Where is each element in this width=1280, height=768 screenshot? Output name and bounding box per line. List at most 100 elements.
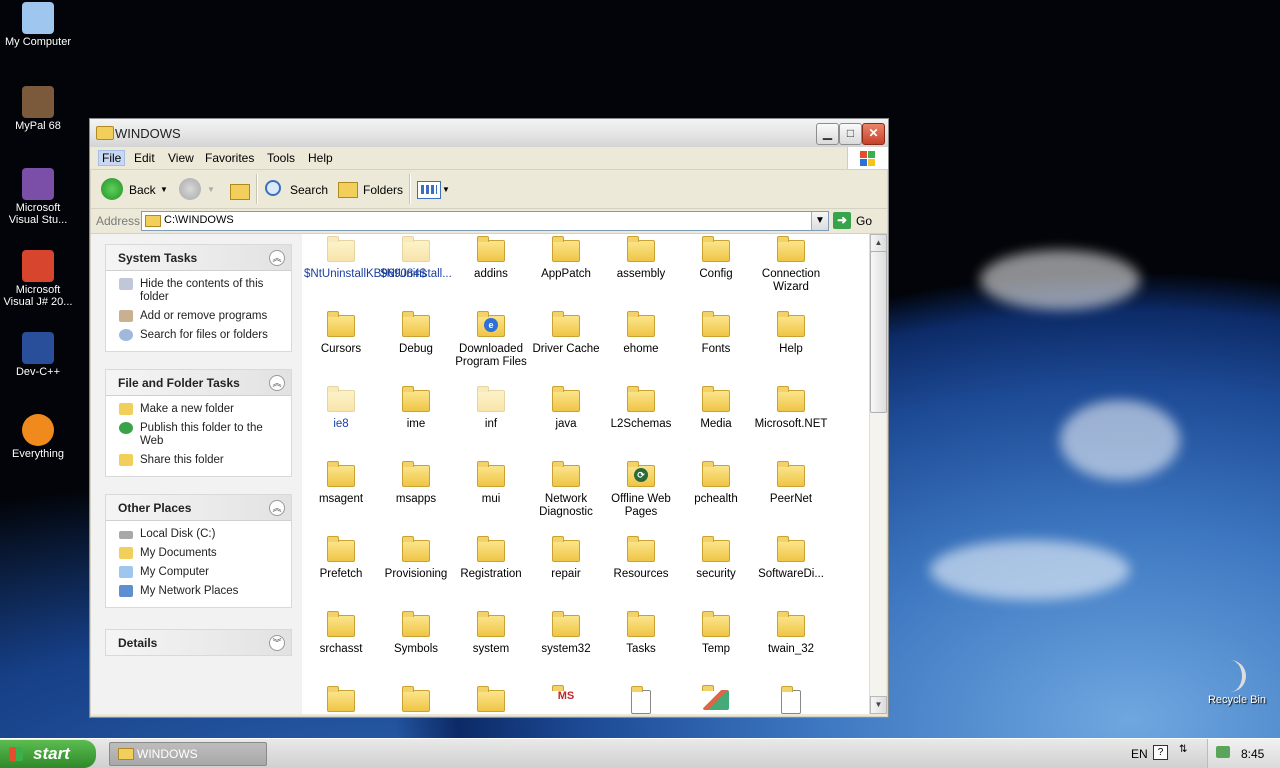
file-item[interactable]: SoftwareDi...	[754, 534, 828, 581]
network-tray-icon[interactable]	[1216, 746, 1230, 758]
file-item[interactable]: Network Diagnostic	[529, 459, 603, 519]
address-input[interactable]: C:\WINDOWS ▼	[141, 211, 829, 231]
file-item[interactable]: e Downloaded Program Files	[454, 309, 528, 369]
file-item[interactable]: security	[679, 534, 753, 581]
place-local-disk[interactable]: Local Disk (C:)	[106, 525, 291, 544]
collapse-up-icon[interactable]: ︽	[269, 250, 285, 266]
file-item[interactable]: Resources	[604, 534, 678, 581]
file-item[interactable]: Config	[679, 234, 753, 281]
file-item[interactable]: Symbols	[379, 609, 453, 656]
menu-file[interactable]: File	[97, 150, 126, 166]
task-hide-contents[interactable]: Hide the contents of this folder	[106, 275, 291, 307]
place-my-documents[interactable]: My Documents	[106, 544, 291, 563]
go-button[interactable]: Go	[856, 214, 872, 228]
file-item[interactable]: PeerNet	[754, 459, 828, 506]
desktop-icon-everything[interactable]: Everything	[0, 414, 76, 460]
expand-down-icon[interactable]: ︾	[269, 635, 285, 651]
file-item[interactable]: java	[529, 384, 603, 431]
menu-edit[interactable]: Edit	[134, 151, 155, 165]
file-item[interactable]: Debug	[379, 309, 453, 356]
file-item[interactable]: Microsoft.NET	[754, 384, 828, 431]
file-item[interactable]: assembly	[604, 234, 678, 281]
file-item[interactable]: addins	[454, 234, 528, 281]
task-add-remove-programs[interactable]: Add or remove programs	[106, 307, 291, 326]
task-search-files[interactable]: Search for files or folders	[106, 326, 291, 345]
scroll-down-button[interactable]: ▼	[870, 696, 887, 714]
desktop-icon-dev-cpp[interactable]: Dev-C++	[0, 332, 76, 378]
task-share-folder[interactable]: Share this folder	[106, 451, 291, 470]
minimize-button[interactable]: ▁	[816, 123, 839, 145]
file-item[interactable]: L2Schemas	[604, 384, 678, 431]
file-item[interactable]	[304, 684, 378, 714]
file-item[interactable]: ie8	[304, 384, 378, 431]
place-my-computer[interactable]: My Computer	[106, 563, 291, 582]
folders-button[interactable]: Folders	[336, 170, 406, 208]
file-item[interactable]	[454, 684, 528, 714]
file-item[interactable]: msapps	[379, 459, 453, 506]
file-item[interactable]	[379, 684, 453, 714]
address-dropdown-button[interactable]: ▼	[811, 212, 828, 230]
file-folder-tasks-header[interactable]: File and Folder Tasks ︽	[106, 370, 291, 396]
place-my-network-places[interactable]: My Network Places	[106, 582, 291, 601]
language-bar-icon[interactable]: ⇅	[1179, 744, 1187, 755]
forward-button[interactable]: ▼	[178, 170, 218, 208]
file-item[interactable]: twain_32	[754, 609, 828, 656]
collapse-up-icon[interactable]: ︽	[269, 375, 285, 391]
file-item[interactable]	[679, 684, 753, 714]
file-item[interactable]: ime	[379, 384, 453, 431]
file-item[interactable]: Provisioning	[379, 534, 453, 581]
desktop-icon-my-computer[interactable]: My Computer	[0, 2, 76, 48]
file-item[interactable]: repair	[529, 534, 603, 581]
file-item[interactable]: Help	[754, 309, 828, 356]
collapse-up-icon[interactable]: ︽	[269, 500, 285, 516]
file-item[interactable]: ⟳ Offline Web Pages	[604, 459, 678, 519]
file-item[interactable]: system	[454, 609, 528, 656]
details-header[interactable]: Details ︾	[106, 630, 291, 655]
menu-help[interactable]: Help	[308, 151, 333, 165]
start-button[interactable]: start	[0, 740, 96, 768]
file-item[interactable]: Driver Cache	[529, 309, 603, 356]
file-item[interactable]: $NtUninstall...	[379, 234, 453, 281]
file-item[interactable]: Tasks	[604, 609, 678, 656]
close-button[interactable]: ✕	[862, 123, 885, 145]
desktop-icon-visual-studio[interactable]: Microsoft Visual Stu...	[0, 168, 76, 226]
help-icon[interactable]: ?	[1153, 745, 1168, 760]
desktop-icon-recycle-bin[interactable]: Recycle Bin	[1199, 660, 1275, 706]
file-item[interactable]: srchasst	[304, 609, 378, 656]
menu-view[interactable]: View	[168, 151, 194, 165]
views-button[interactable]: ▼	[416, 170, 450, 208]
file-item[interactable]: MS	[529, 684, 603, 714]
task-make-new-folder[interactable]: Make a new folder	[106, 400, 291, 419]
file-item[interactable]: Temp	[679, 609, 753, 656]
file-item[interactable]: $NtUninstallKB969084$	[304, 234, 426, 281]
language-indicator[interactable]: EN	[1131, 747, 1148, 761]
file-item[interactable]: system32	[529, 609, 603, 656]
scroll-thumb[interactable]	[870, 251, 887, 413]
file-item[interactable]: inf	[454, 384, 528, 431]
back-button[interactable]: Back ▼	[100, 170, 168, 208]
maximize-button[interactable]: □	[839, 123, 862, 145]
file-item[interactable]: AppPatch	[529, 234, 603, 281]
file-item[interactable]: Cursors	[304, 309, 378, 356]
taskbar-window-button[interactable]: WINDOWS	[109, 742, 267, 766]
go-arrow-icon[interactable]: ➜	[833, 212, 851, 229]
file-item[interactable]: mui	[454, 459, 528, 506]
file-item[interactable]	[604, 684, 678, 714]
file-item[interactable]	[754, 684, 828, 714]
file-item[interactable]: ehome	[604, 309, 678, 356]
desktop-icon-mypal[interactable]: MyPal 68	[0, 86, 76, 132]
clock[interactable]: 8:45	[1241, 747, 1264, 761]
task-publish-to-web[interactable]: Publish this folder to the Web	[106, 419, 291, 451]
file-item[interactable]: Media	[679, 384, 753, 431]
menu-tools[interactable]: Tools	[267, 151, 295, 165]
file-item[interactable]: Prefetch	[304, 534, 378, 581]
scroll-up-button[interactable]: ▲	[870, 234, 887, 252]
vertical-scrollbar[interactable]: ▲ ▼	[869, 234, 887, 714]
menu-favorites[interactable]: Favorites	[205, 151, 254, 165]
desktop-icon-visual-jsharp[interactable]: Microsoft Visual J# 20...	[0, 250, 76, 308]
other-places-header[interactable]: Other Places ︽	[106, 495, 291, 521]
search-button[interactable]: Search	[262, 170, 330, 208]
up-folder-button[interactable]	[228, 178, 250, 200]
file-item[interactable]: pchealth	[679, 459, 753, 506]
file-item[interactable]: Connection Wizard	[754, 234, 828, 294]
